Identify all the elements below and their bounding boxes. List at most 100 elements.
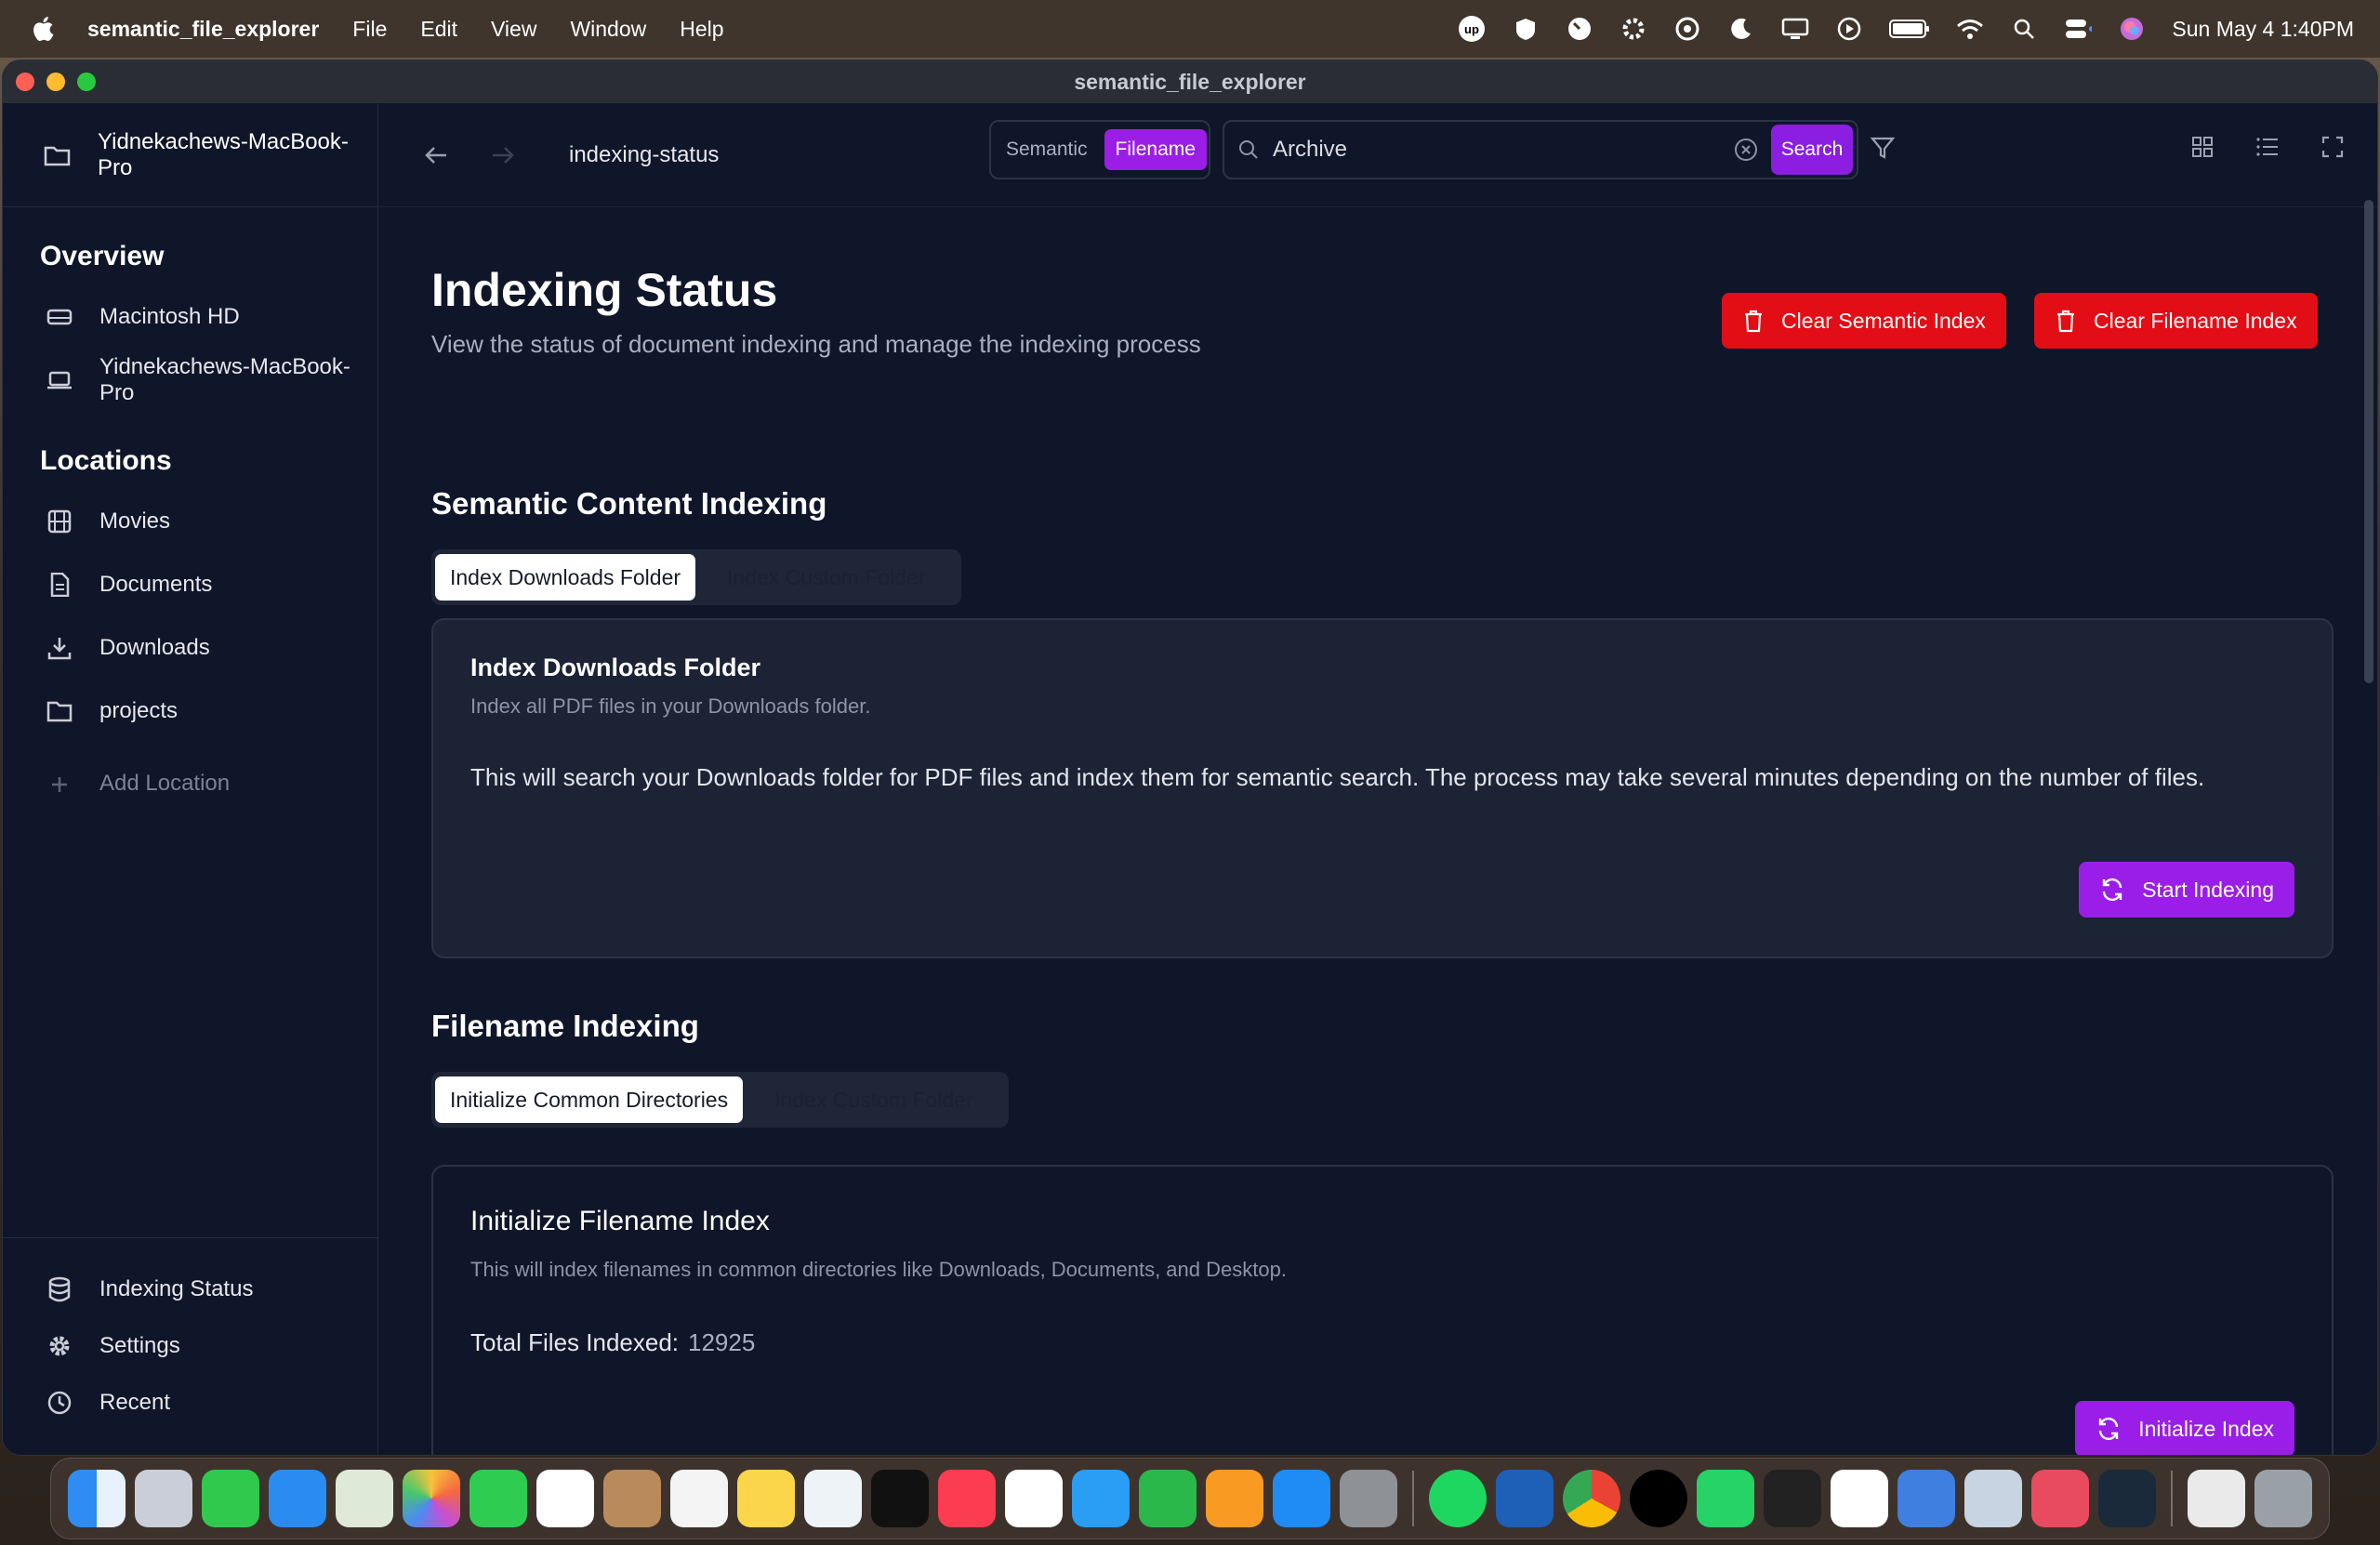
breadcrumb: indexing-status: [569, 141, 720, 167]
fullscreen-icon[interactable]: [2320, 135, 2345, 159]
filter-icon[interactable]: [1870, 135, 1896, 161]
music-icon[interactable]: [938, 1470, 996, 1527]
app-icon-stars[interactable]: [2031, 1470, 2089, 1527]
word-icon[interactable]: [1496, 1470, 1554, 1527]
spotlight-search-icon[interactable]: [2010, 15, 2038, 43]
mode-semantic-button[interactable]: Semantic: [995, 129, 1099, 170]
trash-bin-icon[interactable]: [2254, 1470, 2312, 1527]
spotify-icon[interactable]: [1429, 1470, 1487, 1527]
sidebar-item-settings[interactable]: Settings: [3, 1317, 377, 1374]
minimize-window-button[interactable]: [46, 73, 65, 91]
card-title: Initialize Filename Index: [470, 1206, 770, 1236]
apple-icon[interactable]: [32, 16, 54, 42]
sidebar-item-recent[interactable]: Recent: [3, 1374, 377, 1431]
list-view-icon[interactable]: [2255, 135, 2280, 159]
tab-index-downloads-folder[interactable]: Index Downloads Folder: [435, 554, 696, 601]
film-icon: [46, 509, 73, 534]
sidebar-item-macbook[interactable]: Yidnekachews-MacBook-Pro: [3, 349, 377, 412]
clear-filename-label: Clear Filename Index: [2094, 308, 2297, 333]
sidebar-device-header[interactable]: Yidnekachews-MacBook-Pro: [3, 103, 377, 207]
menubar-clock[interactable]: Sun May 4 1:40PM: [2172, 17, 2354, 42]
tab-index-custom-folder[interactable]: Index Custom Folder: [743, 1076, 1004, 1123]
play-icon[interactable]: [1835, 15, 1863, 43]
shield-status-icon[interactable]: [1512, 15, 1540, 43]
menu-window[interactable]: Window: [570, 17, 646, 42]
menu-help[interactable]: Help: [680, 17, 723, 42]
photos-icon[interactable]: [403, 1470, 460, 1527]
download-icon: [46, 636, 73, 660]
freeform-icon[interactable]: [804, 1470, 862, 1527]
wifi-icon[interactable]: [1956, 15, 1984, 43]
contacts-icon[interactable]: [603, 1470, 661, 1527]
facetime-icon[interactable]: [469, 1470, 527, 1527]
pages-icon[interactable]: [1206, 1470, 1263, 1527]
sidebar-item-documents[interactable]: Documents: [3, 553, 377, 616]
cube-app-icon[interactable]: [1764, 1470, 1821, 1527]
documents-stack-icon[interactable]: [2188, 1470, 2245, 1527]
sidebar-item-label: Macintosh HD: [99, 304, 240, 329]
chatgpt-status-icon[interactable]: [1673, 15, 1701, 43]
chrome-icon[interactable]: [1563, 1470, 1620, 1527]
whatsapp-icon[interactable]: [1697, 1470, 1754, 1527]
search-input[interactable]: Archive: [1273, 137, 1734, 163]
sidebar-item-macintosh-hd[interactable]: Macintosh HD: [3, 285, 377, 349]
menubar-app-name[interactable]: semantic_file_explorer: [87, 17, 319, 42]
menu-view[interactable]: View: [491, 17, 536, 42]
mode-filename-button[interactable]: Filename: [1104, 129, 1207, 170]
add-location-button[interactable]: Add Location: [3, 752, 377, 815]
window-titlebar[interactable]: semantic_file_explorer: [3, 60, 2377, 103]
notes-icon[interactable]: [737, 1470, 795, 1527]
keynote-icon[interactable]: [1072, 1470, 1130, 1527]
dock-separator: [1412, 1471, 1414, 1526]
clear-search-icon[interactable]: [1734, 138, 1758, 162]
initialize-index-button[interactable]: Initialize Index: [2075, 1401, 2294, 1455]
news-icon[interactable]: [1005, 1470, 1063, 1527]
upwork-icon[interactable]: [1630, 1470, 1687, 1527]
clear-filename-index-button[interactable]: Clear Filename Index: [2034, 293, 2318, 349]
menu-edit[interactable]: Edit: [420, 17, 457, 42]
siri-icon[interactable]: [2118, 15, 2146, 43]
search-bar: Archive Search: [1223, 120, 1858, 179]
forward-arrow-icon[interactable]: [491, 144, 515, 166]
close-window-button[interactable]: [16, 73, 34, 91]
database-icon: [46, 1276, 73, 1302]
menu-file[interactable]: File: [352, 17, 387, 42]
sidebar-item-indexing-status[interactable]: Indexing Status: [3, 1261, 377, 1317]
card-description: Index all PDF files in your Downloads fo…: [470, 694, 871, 718]
numbers-icon[interactable]: [1139, 1470, 1197, 1527]
scrollbar[interactable]: [2364, 200, 2373, 683]
maps-icon[interactable]: [336, 1470, 393, 1527]
zoom-window-button[interactable]: [77, 73, 96, 91]
finder-icon[interactable]: [68, 1470, 126, 1527]
mail-icon[interactable]: [269, 1470, 326, 1527]
search-button[interactable]: Search: [1771, 125, 1853, 175]
filename-tabs: Initialize Common Directories Index Cust…: [431, 1072, 1009, 1128]
clear-semantic-index-button[interactable]: Clear Semantic Index: [1722, 293, 2006, 349]
preview-icon[interactable]: [1964, 1470, 2022, 1527]
reminders-icon[interactable]: [670, 1470, 728, 1527]
control-center-icon[interactable]: [2064, 15, 2093, 43]
moon-icon[interactable]: [1727, 15, 1755, 43]
display-icon[interactable]: [1781, 15, 1809, 43]
grid-view-icon[interactable]: [2190, 135, 2215, 159]
battery-icon[interactable]: [1889, 15, 1930, 43]
calendar-icon[interactable]: [536, 1470, 594, 1527]
tab-index-custom-folder[interactable]: Index Custom Folder: [695, 554, 957, 601]
sidebar-item-downloads[interactable]: Downloads: [3, 616, 377, 680]
messages-icon[interactable]: [202, 1470, 259, 1527]
back-arrow-icon[interactable]: [424, 144, 448, 166]
wps-icon[interactable]: [1831, 1470, 1888, 1527]
launchpad-icon[interactable]: [135, 1470, 192, 1527]
start-indexing-button[interactable]: Start Indexing: [2079, 862, 2294, 918]
app-icon-spiral[interactable]: [2098, 1470, 2156, 1527]
sidebar-item-movies[interactable]: Movies: [3, 490, 377, 553]
upwork-status-icon[interactable]: up: [1458, 15, 1486, 43]
app-store-icon[interactable]: [1273, 1470, 1330, 1527]
tab-initialize-common-directories[interactable]: Initialize Common Directories: [435, 1076, 744, 1123]
apple-tv-icon[interactable]: [871, 1470, 929, 1527]
gear-badge-status-icon[interactable]: [1620, 15, 1647, 43]
speedometer-status-icon[interactable]: [1566, 15, 1593, 43]
xcode-icon[interactable]: [1897, 1470, 1955, 1527]
system-settings-icon[interactable]: [1340, 1470, 1397, 1527]
sidebar-item-projects[interactable]: projects: [3, 680, 377, 743]
